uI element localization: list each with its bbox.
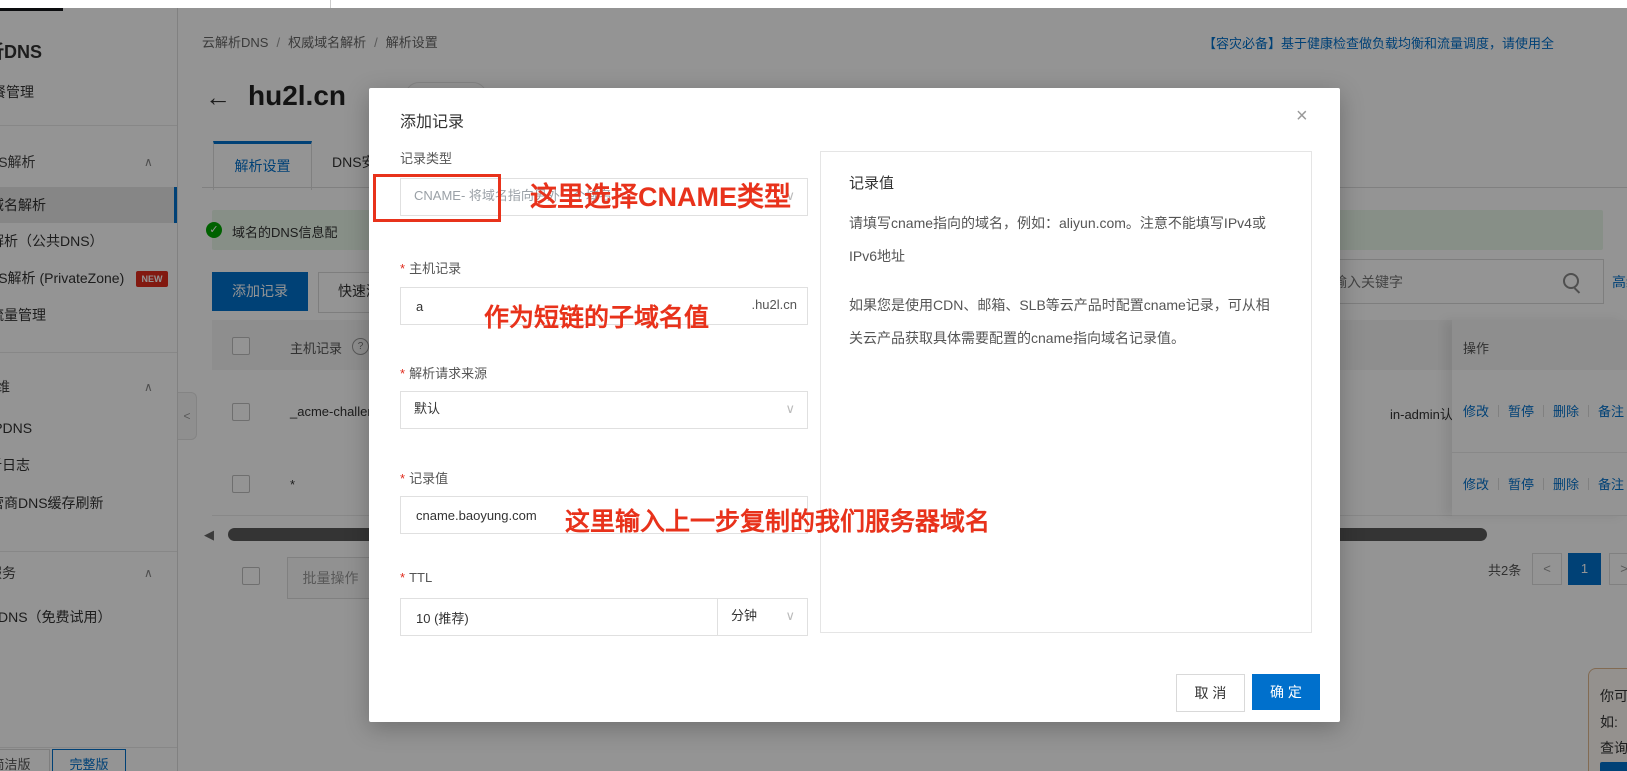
help-panel-title: 记录值 xyxy=(849,172,1281,193)
chevron-down-icon: ∨ xyxy=(785,392,795,426)
ttl-label: *TTL xyxy=(400,570,432,585)
record-value-help-panel: 记录值 请填写cname指向的域名，例如：aliyun.com。注意不能填写IP… xyxy=(820,151,1312,633)
dns-line-select[interactable]: 默认 ∨ xyxy=(400,391,808,429)
ttl-input[interactable] xyxy=(414,599,718,635)
required-mark: * xyxy=(400,471,405,486)
cancel-button[interactable]: 取 消 xyxy=(1176,674,1245,712)
record-value-label: *记录值 xyxy=(400,468,448,487)
help-paragraph: 请填写cname指向的域名，例如：aliyun.com。注意不能填写IPv4或I… xyxy=(849,207,1281,273)
ttl-unit-select[interactable]: 分钟 ∨ xyxy=(717,598,808,636)
ttl-unit-value: 分钟 xyxy=(731,599,757,633)
record-type-label: 记录类型 xyxy=(400,148,452,167)
ttl-field xyxy=(400,598,719,636)
dns-line-label: *解析请求来源 xyxy=(400,363,487,382)
browser-top-strip xyxy=(0,0,1627,8)
host-record-suffix: .hu2l.cn xyxy=(751,288,797,322)
confirm-button[interactable]: 确 定 xyxy=(1252,674,1320,710)
help-paragraph: 如果您是使用CDN、邮箱、SLB等云产品时配置cname记录，可从相关云产品获取… xyxy=(849,289,1281,355)
dns-line-value: 默认 xyxy=(414,392,440,426)
close-icon[interactable]: × xyxy=(1296,106,1308,126)
annotation-highlight-box xyxy=(373,174,501,222)
annotation-record-type: 这里选择CNAME类型 xyxy=(530,175,791,214)
required-mark: * xyxy=(400,366,405,381)
required-mark: * xyxy=(400,570,405,585)
chevron-down-icon: ∨ xyxy=(785,599,795,633)
host-record-label: *主机记录 xyxy=(400,258,461,277)
annotation-host: 作为短链的子域名值 xyxy=(484,298,709,334)
annotation-record-value: 这里输入上一步复制的我们服务器域名 xyxy=(565,502,990,538)
required-mark: * xyxy=(400,261,405,276)
top-strip-divider xyxy=(330,0,331,8)
aliyun-dns-console: 云解析DNS 套餐管理 公网DNS解析 ∧ 域名解析 递归解析（公共DNS） 内… xyxy=(0,0,1627,771)
modal-title: 添加记录 xyxy=(400,108,464,132)
